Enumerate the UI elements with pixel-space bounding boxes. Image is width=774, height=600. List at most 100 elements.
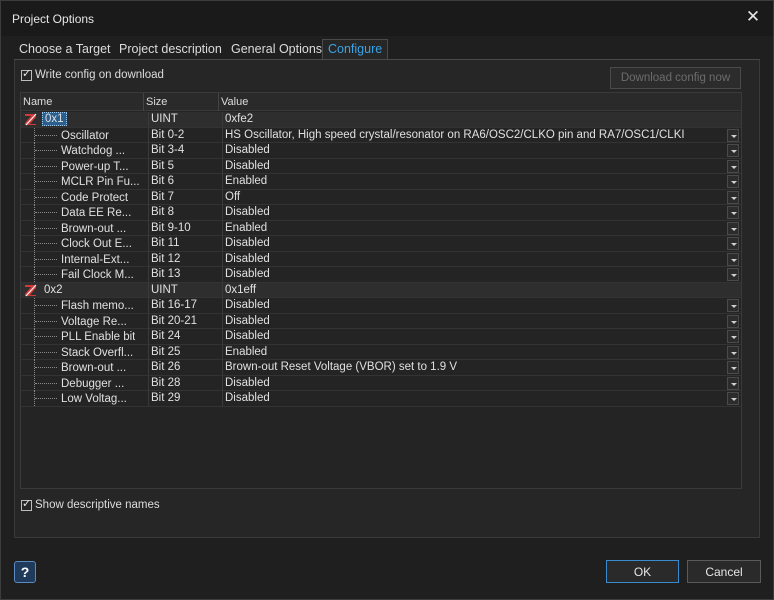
config-row[interactable]: Watchdog ... Bit 3-4 Disabled xyxy=(21,143,741,159)
setting-value[interactable]: Disabled xyxy=(222,313,728,329)
setting-value[interactable]: Disabled xyxy=(222,205,728,220)
config-row[interactable]: PLL Enable bit Bit 24 Disabled xyxy=(21,329,741,345)
header-value[interactable]: Value xyxy=(219,93,741,111)
tab-configure[interactable]: Configure xyxy=(322,39,389,60)
chevron-down-icon[interactable] xyxy=(727,159,739,173)
group-value: 0xfe2 xyxy=(222,112,728,127)
setting-value[interactable]: Disabled xyxy=(222,158,728,174)
chevron-down-icon[interactable] xyxy=(727,221,739,235)
config-row[interactable]: Oscillator Bit 0-2 HS Oscillator, High s… xyxy=(21,127,741,143)
setting-value[interactable]: Enabled xyxy=(222,174,728,189)
setting-value[interactable]: Disabled xyxy=(222,236,728,251)
group-row[interactable]: 0x1 UINT 0xfe2 xyxy=(21,112,741,128)
tree-branch xyxy=(35,398,57,399)
tab-general-options[interactable]: General Options xyxy=(226,39,327,60)
setting-size: Bit 28 xyxy=(148,375,222,391)
setting-name: Clock Out E... xyxy=(61,238,132,250)
setting-value[interactable]: Enabled xyxy=(222,344,728,360)
chevron-down-icon[interactable] xyxy=(727,128,739,142)
ok-button[interactable]: OK xyxy=(606,560,679,583)
setting-value[interactable]: Disabled xyxy=(222,329,728,344)
setting-size: Bit 25 xyxy=(148,344,222,360)
setting-value[interactable]: Disabled xyxy=(222,298,728,313)
group-name: 0x1 xyxy=(42,112,67,126)
setting-value[interactable]: Disabled xyxy=(222,267,728,282)
chevron-down-icon[interactable] xyxy=(727,175,739,188)
tree-branch xyxy=(35,336,57,337)
show-descriptive-checkbox[interactable]: ✓ xyxy=(21,498,32,511)
setting-value[interactable]: Disabled xyxy=(222,375,728,391)
chevron-down-icon[interactable] xyxy=(727,314,739,328)
setting-name: Stack Overfl... xyxy=(61,346,134,359)
chevron-down-icon[interactable] xyxy=(727,268,739,281)
setting-value[interactable]: Disabled xyxy=(222,391,728,406)
chevron-down-icon[interactable] xyxy=(727,361,739,374)
write-config-checkbox-row[interactable]: ✓ Write config on download xyxy=(21,68,164,82)
setting-value[interactable]: Disabled xyxy=(222,251,728,267)
titlebar: Project Options ✕ xyxy=(1,1,773,36)
setting-size: Bit 3-4 xyxy=(148,143,222,158)
setting-name: Fail Clock M... xyxy=(61,269,134,281)
chevron-down-icon[interactable] xyxy=(727,345,739,359)
config-row[interactable]: Code Protect Bit 7 Off xyxy=(21,189,741,205)
chevron-down-icon[interactable] xyxy=(727,252,739,266)
setting-value[interactable]: Disabled xyxy=(222,143,728,158)
setting-name: Flash memo... xyxy=(61,300,134,312)
download-config-button[interactable]: Download config now xyxy=(610,67,741,89)
tab-choose-target[interactable]: Choose a Target xyxy=(14,39,116,60)
chevron-down-icon[interactable] xyxy=(727,206,739,219)
setting-name: Code Protect xyxy=(61,191,129,204)
chevron-down-icon[interactable] xyxy=(727,190,739,204)
register-icon xyxy=(25,284,37,296)
chevron-down-icon[interactable] xyxy=(727,299,739,312)
chevron-down-icon[interactable] xyxy=(727,330,739,343)
tree-branch xyxy=(35,150,57,151)
tab-project-description[interactable]: Project description xyxy=(114,39,227,60)
config-row[interactable]: Internal-Ext... Bit 12 Disabled xyxy=(21,251,741,267)
header-size[interactable]: Size xyxy=(144,93,219,111)
setting-value[interactable]: Off xyxy=(222,189,728,205)
group-size: UINT xyxy=(148,282,222,298)
setting-name: Debugger ... xyxy=(61,377,125,390)
group-name: 0x2 xyxy=(44,283,63,296)
write-config-checkbox[interactable]: ✓ xyxy=(21,67,32,81)
chevron-down-icon[interactable] xyxy=(727,237,739,250)
tree-branch xyxy=(35,274,57,275)
config-row[interactable]: Brown-out ... Bit 9-10 Enabled xyxy=(21,220,741,236)
config-grid: Name Size Value 0x1 UINT 0xfe2 Oscillato… xyxy=(20,92,742,489)
close-icon[interactable]: ✕ xyxy=(745,8,761,25)
group-row[interactable]: 0x2 UINT 0x1eff xyxy=(21,282,741,298)
config-row[interactable]: Data EE Re... Bit 8 Disabled xyxy=(21,205,741,221)
config-row[interactable]: Stack Overfl... Bit 25 Enabled xyxy=(21,344,741,360)
setting-size: Bit 5 xyxy=(148,158,222,174)
chevron-down-icon[interactable] xyxy=(727,144,739,157)
setting-value[interactable]: HS Oscillator, High speed crystal/resona… xyxy=(222,127,728,143)
config-row[interactable]: Brown-out ... Bit 26 Brown-out Reset Vol… xyxy=(21,360,741,376)
header-name[interactable]: Name xyxy=(21,93,144,111)
tree-branch xyxy=(35,320,57,322)
chevron-down-icon[interactable] xyxy=(727,392,739,405)
group-size: UINT xyxy=(148,112,222,127)
help-icon[interactable]: ? xyxy=(14,561,36,583)
check-icon: ✓ xyxy=(22,67,32,80)
setting-value[interactable]: Enabled xyxy=(222,220,728,236)
config-row[interactable]: Power-up T... Bit 5 Disabled xyxy=(21,158,741,174)
register-icon xyxy=(25,113,37,126)
config-row[interactable]: Fail Clock M... Bit 13 Disabled xyxy=(21,267,741,283)
setting-name: Low Voltag... xyxy=(61,393,127,405)
config-row[interactable]: MCLR Pin Fu... Bit 6 Enabled xyxy=(21,174,741,190)
tree-branch xyxy=(35,165,57,167)
show-descriptive-checkbox-row[interactable]: ✓ Show descriptive names xyxy=(21,498,160,512)
cancel-button[interactable]: Cancel xyxy=(687,560,761,583)
config-row[interactable]: Low Voltag... Bit 29 Disabled xyxy=(21,391,741,407)
setting-size: Bit 29 xyxy=(148,391,222,406)
config-row[interactable]: Voltage Re... Bit 20-21 Disabled xyxy=(21,313,741,329)
setting-value[interactable]: Brown-out Reset Voltage (VBOR) set to 1.… xyxy=(222,360,728,375)
group-value: 0x1eff xyxy=(222,282,728,298)
config-row[interactable]: Flash memo... Bit 16-17 Disabled xyxy=(21,298,741,314)
config-row[interactable]: Clock Out E... Bit 11 Disabled xyxy=(21,236,741,252)
setting-size: Bit 11 xyxy=(148,236,222,251)
config-row[interactable]: Debugger ... Bit 28 Disabled xyxy=(21,375,741,391)
chevron-down-icon[interactable] xyxy=(727,376,739,390)
tree-branch xyxy=(35,258,57,260)
